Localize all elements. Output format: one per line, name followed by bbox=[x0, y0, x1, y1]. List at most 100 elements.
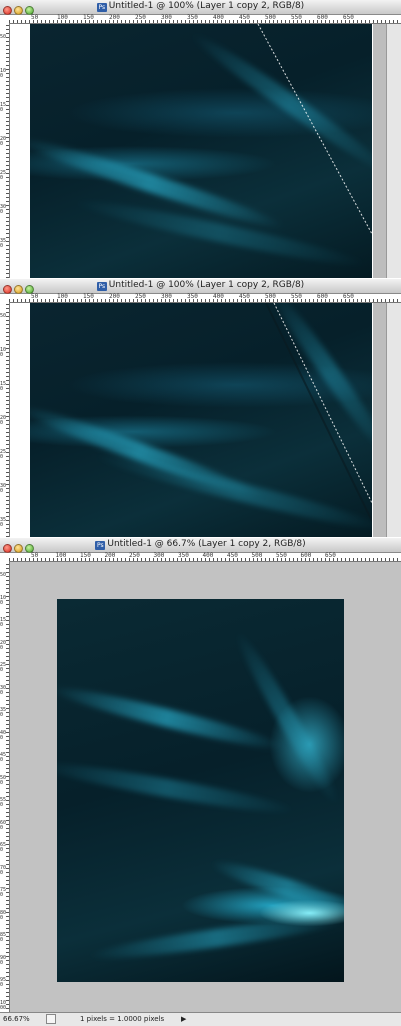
ruler-tick-label: 550 bbox=[0, 797, 7, 808]
ruler-tick-label: 650 bbox=[343, 14, 354, 21]
marquee-selection bbox=[257, 24, 372, 235]
document-icon: Ps bbox=[96, 3, 107, 12]
ruler-tick-label: 650 bbox=[0, 842, 7, 853]
window-title: Ps Untitled-1 @ 100% (Layer 1 copy 2, RGB… bbox=[96, 280, 305, 291]
ruler-tick-label: 350 bbox=[0, 707, 7, 718]
document-info: 1 pixels = 1.0000 pixels bbox=[80, 1015, 165, 1023]
ruler-tick-label: 200 bbox=[109, 14, 120, 21]
ruler-tick-label: 100 bbox=[0, 594, 7, 606]
ruler-tick-label: 600 bbox=[317, 14, 328, 21]
ruler-tick-label: 250 bbox=[135, 293, 146, 300]
ruler-tick-label: 350 bbox=[178, 552, 189, 559]
document-window-2: Ps Untitled-1 @ 100% (Layer 1 copy 2, RGB… bbox=[0, 279, 401, 537]
title-bar[interactable]: Ps Untitled-1 @ 66.7% (Layer 1 copy 2, RG… bbox=[0, 538, 401, 553]
document-canvas[interactable] bbox=[30, 303, 372, 537]
ruler-tick-label: 150 bbox=[80, 552, 91, 559]
ruler-tick-label: 200 bbox=[109, 293, 120, 300]
light-streak bbox=[208, 854, 344, 922]
ruler-tick-label: 400 bbox=[213, 293, 224, 300]
light-streak bbox=[229, 626, 344, 810]
ruler-tick-label: 250 bbox=[0, 662, 7, 673]
vertical-scrollbar[interactable] bbox=[386, 303, 401, 537]
ruler-tick-label: 150 bbox=[0, 617, 7, 628]
ruler-tick-label: 150 bbox=[0, 102, 7, 113]
ruler-tick-label: 400 bbox=[0, 729, 7, 741]
ruler-tick-label: 100 bbox=[0, 347, 7, 358]
vertical-ruler[interactable]: 50 100 150 200 250 300 350 bbox=[0, 23, 10, 278]
ruler-tick-label: 450 bbox=[0, 752, 7, 763]
ruler-tick-label: 400 bbox=[202, 552, 214, 559]
ruler-tick-label: 50 bbox=[0, 572, 7, 578]
vertical-ruler[interactable]: 50 100 150 200 250 300 350 bbox=[0, 302, 10, 537]
ruler-tick-label: 450 bbox=[239, 293, 250, 300]
ruler-tick-label: 700 bbox=[0, 864, 7, 876]
light-streak bbox=[57, 680, 286, 756]
status-menu-button[interactable] bbox=[46, 1014, 56, 1024]
ruler-tick-label: 200 bbox=[104, 552, 116, 559]
ruler-tick-label: 350 bbox=[0, 238, 7, 249]
ruler-tick-label: 350 bbox=[187, 293, 198, 300]
ruler-tick-label: 600 bbox=[317, 293, 328, 300]
ruler-tick-label: 300 bbox=[161, 14, 172, 21]
ruler-tick-label: 100 bbox=[55, 552, 67, 559]
document-canvas[interactable] bbox=[30, 24, 372, 278]
ruler-tick-label: 200 bbox=[0, 136, 7, 147]
ruler-tick-label: 500 bbox=[251, 552, 263, 559]
title-bar[interactable]: Ps Untitled-1 @ 100% (Layer 1 copy 2, RGB… bbox=[0, 279, 401, 294]
ruler-tick-label: 300 bbox=[153, 552, 165, 559]
window-title: Ps Untitled-1 @ 66.7% (Layer 1 copy 2, RG… bbox=[95, 539, 306, 550]
ruler-tick-label: 450 bbox=[239, 14, 250, 21]
ruler-tick-label: 50 bbox=[0, 34, 7, 40]
ruler-tick-label: 550 bbox=[291, 14, 302, 21]
ruler-tick-label: 650 bbox=[343, 293, 354, 300]
ruler-tick-label: 750 bbox=[0, 887, 7, 898]
ruler-tick-label: 250 bbox=[0, 170, 7, 181]
ruler-tick-label: 200 bbox=[0, 639, 7, 651]
ruler-tick-label: 150 bbox=[83, 14, 94, 21]
ruler-tick-label: 50 bbox=[31, 14, 39, 21]
ruler-tick-label: 350 bbox=[0, 517, 7, 528]
ruler-tick-label: 850 bbox=[0, 932, 7, 943]
ruler-tick-label: 250 bbox=[129, 552, 140, 559]
ruler-tick-label: 50 bbox=[0, 313, 7, 319]
status-arrow-icon[interactable]: ▶ bbox=[181, 1015, 186, 1023]
ruler-tick-label: 50 bbox=[31, 552, 39, 559]
ruler-tick-label: 600 bbox=[300, 552, 312, 559]
ruler-tick-label: 150 bbox=[83, 293, 94, 300]
vertical-scrollbar[interactable] bbox=[386, 24, 401, 278]
vertical-ruler[interactable]: 50 100 150 200 250 300 350 400 450 500 550 600 650 70… bbox=[0, 561, 10, 1013]
document-window-1: Ps Untitled-1 @ 100% (Layer 1 copy 2, RGB… bbox=[0, 0, 401, 278]
document-window-3: Ps Untitled-1 @ 66.7% (Layer 1 copy 2, RG… bbox=[0, 538, 401, 1026]
ruler-tick-label: 500 bbox=[265, 293, 276, 300]
marquee-selection bbox=[265, 303, 372, 522]
ruler-tick-label: 100 bbox=[57, 293, 68, 300]
light-streak bbox=[87, 910, 344, 966]
ruler-tick-label: 100 bbox=[0, 68, 7, 79]
ruler-tick-label: 550 bbox=[291, 293, 302, 300]
document-icon: Ps bbox=[96, 282, 107, 291]
ruler-tick-label: 150 bbox=[0, 381, 7, 392]
ruler-tick-label: 500 bbox=[265, 14, 276, 21]
ruler-tick-label: 550 bbox=[276, 552, 287, 559]
light-streak bbox=[57, 756, 297, 820]
horizontal-ruler[interactable]: 50 100 150 200 250 300 350 400 450 500 550 600 650 bbox=[9, 552, 401, 562]
title-bar[interactable]: Ps Untitled-1 @ 100% (Layer 1 copy 2, RGB… bbox=[0, 0, 401, 15]
ruler-tick-label: 500 bbox=[0, 774, 7, 786]
ruler-tick-label: 300 bbox=[0, 204, 7, 215]
document-icon: Ps bbox=[95, 541, 106, 550]
status-bar: 66.67% 1 pixels = 1.0000 pixels ▶ bbox=[0, 1012, 401, 1026]
ruler-tick-label: 250 bbox=[0, 449, 7, 460]
zoom-level[interactable]: 66.67% bbox=[3, 1015, 30, 1023]
ruler-tick-label: 1000 bbox=[0, 999, 7, 1011]
ruler-tick-label: 300 bbox=[161, 293, 172, 300]
ruler-tick-label: 950 bbox=[0, 977, 7, 988]
ruler-tick-label: 100 bbox=[57, 14, 68, 21]
ruler-tick-label: 400 bbox=[213, 14, 224, 21]
window-title: Ps Untitled-1 @ 100% (Layer 1 copy 2, RGB… bbox=[96, 1, 305, 12]
ruler-tick-label: 50 bbox=[31, 293, 39, 300]
horizontal-ruler[interactable]: 50 100 150 200 250 300 350 400 450 500 550 600 650 bbox=[9, 293, 401, 303]
ruler-tick-label: 350 bbox=[187, 14, 198, 21]
horizontal-ruler[interactable]: 50 100 150 200 250 300 350 400 450 500 550 600 650 bbox=[9, 14, 401, 24]
ruler-tick-label: 200 bbox=[0, 415, 7, 426]
document-canvas[interactable] bbox=[57, 599, 344, 982]
